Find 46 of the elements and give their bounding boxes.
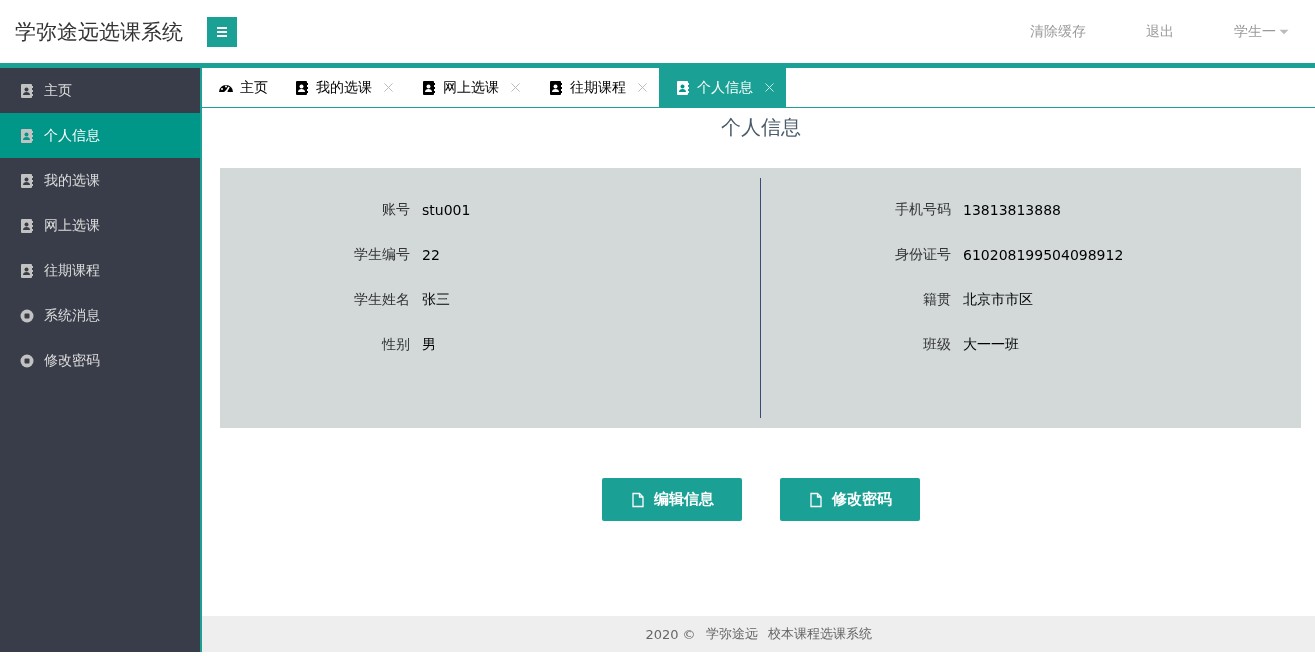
tab[interactable]: 我的选课 bbox=[278, 68, 405, 107]
contact-book-icon bbox=[19, 82, 35, 99]
menu-button[interactable] bbox=[207, 16, 237, 47]
contact-book-icon bbox=[19, 217, 35, 234]
field-label: 性别 bbox=[380, 336, 410, 354]
tab[interactable]: 往期课程 bbox=[532, 68, 659, 107]
page-title: 个人信息 bbox=[719, 114, 802, 141]
field-value: stu001 bbox=[422, 202, 471, 218]
sidebar-item[interactable]: 主页 bbox=[0, 68, 200, 113]
app-title: 学弥途远选课系统 bbox=[15, 18, 183, 46]
contact-book-icon bbox=[19, 262, 35, 279]
tab[interactable]: 主页 bbox=[202, 68, 278, 107]
contact-book-icon bbox=[19, 127, 35, 144]
field-label: 学生编号 bbox=[353, 246, 410, 264]
file-icon bbox=[629, 491, 646, 508]
field-value: 22 bbox=[422, 247, 440, 263]
sidebar-item[interactable]: 网上选课 bbox=[0, 203, 200, 248]
field-label: 班级 bbox=[922, 336, 951, 354]
contact-book-icon bbox=[294, 79, 310, 96]
contact-book-icon bbox=[675, 79, 691, 96]
contact-book-icon bbox=[421, 79, 437, 96]
field-label: 籍贯 bbox=[922, 291, 951, 309]
sidebar-item[interactable]: 个人信息 bbox=[0, 113, 200, 158]
field-label: 身份证号 bbox=[894, 246, 951, 264]
field-value: 北京市市区 bbox=[963, 291, 1033, 309]
circle-icon bbox=[19, 352, 35, 369]
system-name: 校本课程选课系统 bbox=[767, 625, 872, 643]
sidebar-item[interactable]: 系统消息 bbox=[0, 293, 200, 338]
sidebar-item[interactable]: 往期课程 bbox=[0, 248, 200, 293]
field-value: 大一一班 bbox=[963, 336, 1019, 354]
contact-book-icon bbox=[548, 79, 564, 96]
field-value: 男 bbox=[422, 336, 436, 354]
copyright-text: 2020 © bbox=[645, 626, 696, 642]
organization-name: 学弥途远 bbox=[705, 625, 758, 643]
sidebar-item[interactable]: 我的选课 bbox=[0, 158, 200, 203]
contact-book-icon bbox=[19, 172, 35, 189]
field-label: 账号 bbox=[381, 201, 410, 219]
circle-icon bbox=[19, 307, 35, 324]
field-value: 张三 bbox=[422, 291, 450, 309]
field-label: 手机号码 bbox=[894, 201, 951, 219]
field-value: 13813813888 bbox=[963, 202, 1061, 218]
tab[interactable]: 网上选课 bbox=[405, 68, 532, 107]
sidebar-item[interactable]: 修改密码 bbox=[0, 338, 200, 383]
file-icon bbox=[807, 491, 824, 508]
field-label: 学生姓名 bbox=[353, 291, 410, 309]
field-value: 610208199504098912 bbox=[963, 247, 1124, 263]
